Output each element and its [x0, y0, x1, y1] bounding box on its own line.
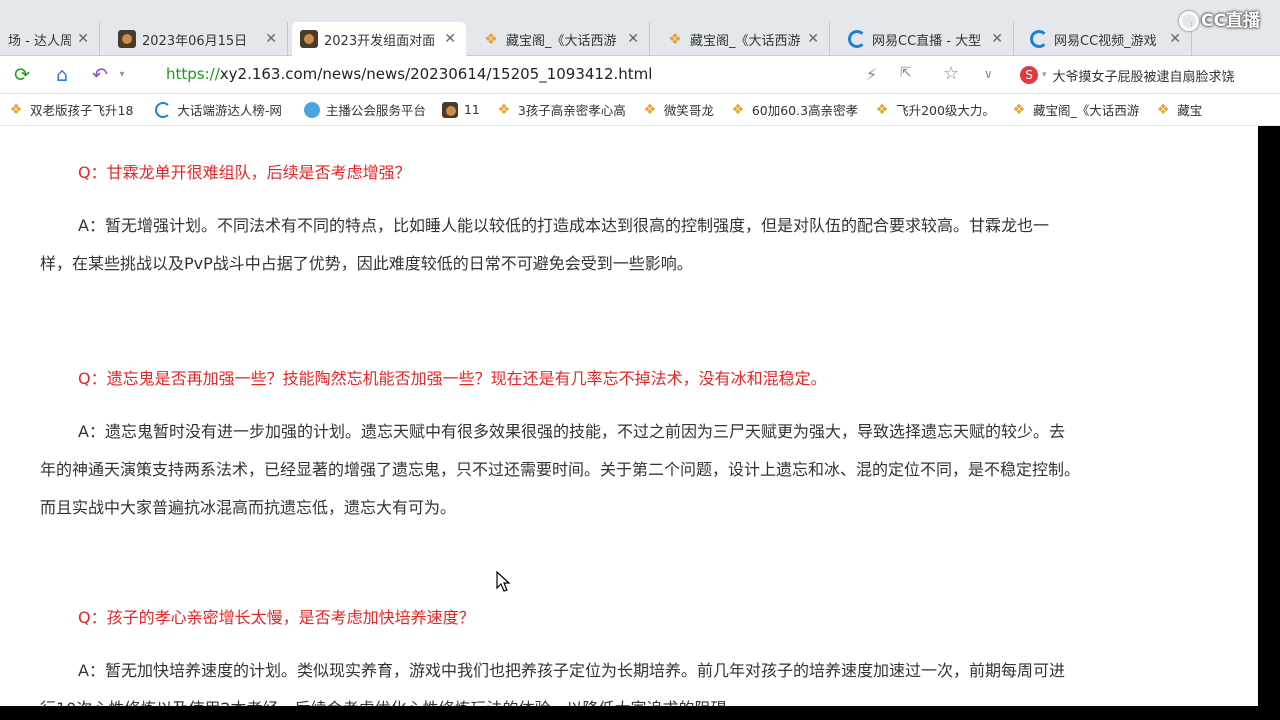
address-bar: ⟳ ⌂ ↶ ▾ https://xy2.163.com/news/news/20…	[0, 56, 1280, 94]
tab-label: 场 - 达人周	[8, 33, 72, 49]
bookmark-item[interactable]: ❖ 3孩子高亲密孝心高	[496, 100, 632, 119]
browser-tab[interactable]: 网易CC视频_游戏 ✕	[1022, 22, 1192, 56]
bookmark-label: 11	[463, 102, 480, 117]
bookmark-item[interactable]: 大话端游达人榜-网	[155, 100, 288, 119]
question-text: Q：甘霖龙单开很难组队，后续是否考虑增强？	[78, 163, 411, 182]
refresh-icon[interactable]: ⟳	[10, 63, 34, 87]
bookmark-item[interactable]: 主播公会服务平台	[303, 100, 432, 119]
tab-label: 藏宝阁_《大话西游	[506, 33, 617, 49]
browser-tab-active[interactable]: 2023开发组面对面 ✕	[292, 22, 466, 56]
bookmark-label: 3孩子高亲密孝心高	[517, 103, 626, 118]
bookmark-item[interactable]: ❖ 藏宝阁_《大话西游	[1011, 100, 1145, 119]
home-icon[interactable]: ⌂	[50, 63, 74, 87]
bookmark-label: 藏宝阁_《大话西游	[1032, 103, 1140, 118]
gold-icon: ❖	[731, 101, 745, 118]
close-icon[interactable]: ✕	[77, 31, 89, 47]
bookmark-label: 双老版孩子飞升18	[30, 103, 134, 118]
undo-icon[interactable]: ↶	[88, 63, 112, 87]
close-icon[interactable]: ✕	[1169, 31, 1181, 47]
browser-tab[interactable]: ❖ 藏宝阁_《大话西游 ✕	[474, 22, 650, 56]
search-input[interactable]: S ▾ 大爷摸女子屁股被逮自扇脸求饶	[1020, 62, 1280, 88]
close-icon[interactable]: ✕	[444, 31, 456, 47]
gold-icon: ❖	[875, 101, 889, 118]
gold-icon: ❖	[643, 101, 657, 118]
gold-icon: ❖	[668, 30, 682, 48]
tab-label: 藏宝阁_《大话西游	[690, 33, 801, 49]
close-icon[interactable]: ✕	[991, 31, 1003, 47]
browser-tab[interactable]: ❖ 藏宝阁_《大话西游 ✕	[658, 22, 830, 56]
gold-icon: ❖	[497, 101, 511, 118]
bookmark-label: 藏宝	[1177, 103, 1203, 118]
bookmark-item[interactable]: ❖ 微笑哥龙	[642, 100, 720, 119]
answer-text: A：遗忘鬼暂时没有进一步加强的计划。遗忘天赋中有很多效果很强的技能，不过之前因为…	[40, 422, 1081, 517]
bookmarks-bar: ❖ 双老版孩子飞升18 大话端游达人榜-网 主播公会服务平台 11 ❖ 3孩子高…	[0, 94, 1280, 126]
tab-label: 网易CC视频_游戏	[1054, 33, 1157, 49]
tab-strip: 场 - 达人周 ✕ 2023年06月15日 ✕ 2023开发组面对面 ✕ ❖ 藏…	[0, 0, 1280, 56]
game-icon	[441, 101, 458, 118]
close-icon[interactable]: ✕	[807, 31, 819, 47]
tab-label: 2023年06月15日	[142, 33, 248, 49]
watermark-text: CC直播	[1201, 11, 1260, 31]
bookmark-item[interactable]: ❖ 60加60.3高亲密孝	[730, 100, 864, 119]
tab-label: 2023开发组面对面	[324, 33, 436, 49]
gold-icon: ❖	[1156, 101, 1170, 118]
url-path: xy2.163.com/news/news/20230614/15205_109…	[219, 65, 653, 83]
lightning-icon[interactable]: ⚡	[866, 65, 877, 84]
bookmark-item[interactable]: ❖ 藏宝	[1155, 100, 1208, 119]
question-text: Q：孩子的孝心亲密增长太慢，是否考虑加快培养速度？	[78, 608, 475, 627]
bookmark-item[interactable]: 11	[441, 101, 486, 118]
scrollbar[interactable]	[1258, 126, 1280, 706]
gold-icon: ❖	[484, 30, 498, 48]
bookmark-label: 主播公会服务平台	[325, 103, 426, 118]
search-text: 大爷摸女子屁股被逮自扇脸求饶	[1052, 69, 1235, 85]
tab-label: 网易CC直播 - 大型	[872, 33, 982, 49]
globe-icon	[303, 101, 320, 118]
browser-tab[interactable]: 网易CC直播 - 大型 ✕	[840, 22, 1014, 56]
bookmark-label: 大话端游达人榜-网	[177, 103, 282, 118]
mouse-cursor-icon	[496, 571, 511, 592]
bookmark-label: 微笑哥龙	[663, 103, 714, 118]
url-scheme: https://	[166, 65, 220, 83]
close-icon[interactable]: ✕	[265, 31, 277, 47]
game-icon	[300, 30, 318, 48]
question-text: Q：遗忘鬼是否再加强一些？技能陶然忘机能否加强一些？现在还是有几率忘不掉法术，没…	[78, 369, 827, 388]
bookmark-label: 60加60.3高亲密孝	[751, 103, 859, 118]
search-engine-icon: S	[1020, 66, 1038, 84]
answer-text: A：暂无加快培养速度的计划。类似现实养育，游戏中我们也把养孩子定位为长期培养。前…	[40, 661, 1065, 706]
cc-logo-icon	[1179, 11, 1200, 31]
chevron-down-icon[interactable]: ∨	[984, 67, 993, 81]
chevron-down-icon: ▾	[1042, 70, 1047, 80]
browser-tab[interactable]: 场 - 达人周 ✕	[0, 22, 100, 56]
close-icon[interactable]: ✕	[627, 31, 639, 47]
browser-tab[interactable]: 2023年06月15日 ✕	[110, 22, 288, 56]
bookmark-item[interactable]: ❖ 飞升200级大力。	[874, 100, 1001, 119]
share-icon[interactable]: ⇱	[900, 65, 912, 81]
bookmark-label: 飞升200级大力。	[896, 103, 995, 118]
bookmark-item[interactable]: ❖ 双老版孩子飞升18	[8, 100, 139, 119]
cc-icon	[1030, 30, 1048, 48]
chevron-down-icon[interactable]: ▾	[110, 63, 134, 87]
cc-live-watermark: CC直播	[1179, 6, 1260, 31]
answer-text: A：暂无增强计划。不同法术有不同的特点，比如睡人能以较低的打造成本达到很高的控制…	[40, 216, 1049, 273]
star-icon[interactable]: ☆	[943, 63, 959, 84]
gold-icon: ❖	[1012, 101, 1026, 118]
cc-icon	[155, 101, 172, 118]
article-content: Q：甘霖龙单开很难组队，后续是否考虑增强？ A：暂无增强计划。不同法术有不同的特…	[0, 126, 1258, 706]
bottom-border	[0, 706, 1280, 720]
cc-icon	[848, 30, 866, 48]
url-input[interactable]: https://xy2.163.com/news/news/20230614/1…	[166, 65, 652, 83]
game-icon	[118, 30, 136, 48]
gold-icon: ❖	[9, 101, 23, 118]
